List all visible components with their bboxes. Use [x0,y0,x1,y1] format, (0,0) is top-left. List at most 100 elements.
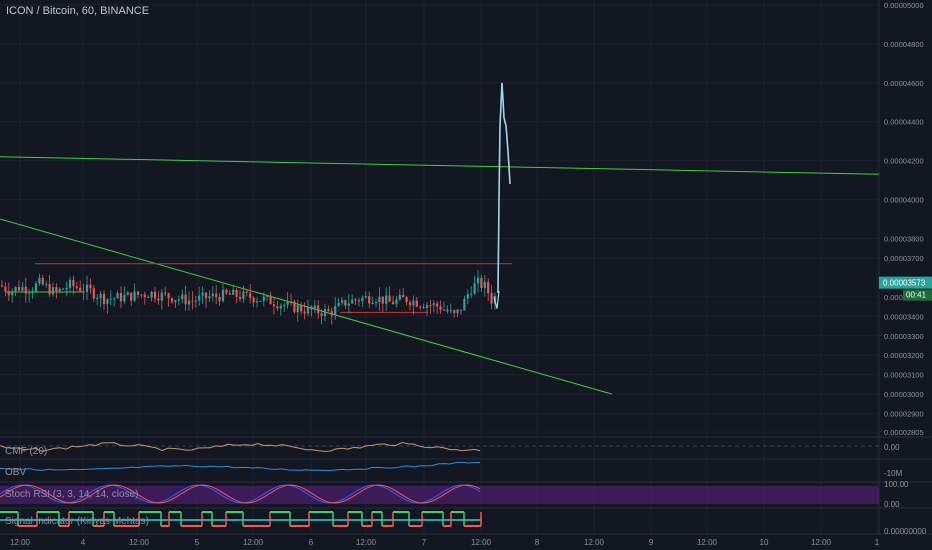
price-tick-label: 0.00003200 [884,351,924,360]
price-tick-label: 0.00004200 [884,157,924,166]
candle-body [340,300,344,303]
chart-svg[interactable]: 0.00005000 0.00004800 0.00004600 0.00004400… [0,0,932,550]
candle-body [96,298,99,300]
time-tick-label: 8 [535,538,540,547]
candle-body [211,293,214,297]
candle-body [395,299,398,305]
candle-body [123,295,126,302]
candle-body [55,287,58,292]
candle-body [323,309,327,316]
candle-body [381,296,384,304]
countdown-label: 00:41 [906,291,927,300]
candle-body [371,302,374,304]
candle-body [106,299,109,305]
candle-body [378,296,381,303]
price-tick-label: 0.00003800 [884,234,924,243]
candle-body [327,309,330,311]
candle-body [130,292,133,301]
time-tick-label: 5 [195,538,200,547]
candle-body [72,279,75,287]
candle-body [351,299,354,304]
candle-body [272,304,276,307]
candle-body [347,303,350,306]
candle-body [425,305,429,308]
candle-body [463,298,466,311]
candle-body [133,291,136,301]
chart-title: ICON / Bitcoin, 60, BINANCE [6,5,150,17]
candle-body [449,310,452,312]
candle-body [68,279,72,288]
candle-body [405,297,408,303]
candle-body [136,291,140,295]
candle-body [232,289,235,295]
candle-body [364,296,367,298]
candle-body [198,295,201,301]
candle-body [38,277,41,284]
price-tick-label: 0.00003000 [884,390,924,399]
candle-body [140,294,143,296]
candle-body [490,293,493,304]
price-tick-label: 0.00004000 [884,196,924,205]
candle-body [191,300,194,302]
candle-body [402,294,405,298]
candle-body [204,292,208,299]
candle-body [75,286,78,288]
candle-body [62,288,65,290]
candle-body [113,298,116,300]
candle-body [483,281,486,289]
candle-body [235,289,238,297]
candle-body [306,306,310,314]
candle-body [4,286,7,292]
candle-body [150,291,153,298]
candle-body [283,304,286,306]
candle-body [147,296,150,298]
candle-body [11,291,14,296]
candle-body [238,296,242,300]
obv-label: OBV [5,467,27,478]
time-tick-label: 12:00 [471,538,492,547]
time-tick-label: 1 [875,538,880,547]
candle-body [259,300,262,302]
candle-body [181,294,184,300]
chart-root: 0.00005000 0.00004800 0.00004600 0.00004400… [0,0,932,550]
candle-body [300,305,303,312]
candle-body [116,292,119,299]
candle-body [317,305,320,314]
candle-body [167,293,170,299]
price-tick-label: 0.00003400 [884,312,924,321]
candle-body [245,291,248,293]
candle-body [92,288,95,299]
time-tick-label: 7 [422,538,427,547]
candle-body [14,287,17,292]
candle-body [303,311,306,314]
time-tick-label: 12:00 [697,538,718,547]
candle-body [48,284,51,295]
time-tick-label: 6 [309,538,314,547]
last-price-label: 0.00003573 [883,279,926,288]
candle-body [293,301,296,313]
price-tick-label: 0.00003700 [884,254,924,263]
candle-body [487,281,490,294]
candle-body [368,296,371,304]
stoch-rsi-label: Stoch RSI (3, 3, 14, 14, close) [5,489,139,500]
candle-body [466,293,469,299]
candle-body [157,298,160,301]
candle-body [194,300,197,302]
price-tick-label: 0.00003300 [884,332,924,341]
candle-body [242,291,245,300]
candle-body [289,301,293,303]
candle-body [473,283,476,294]
candle-body [41,277,44,285]
candle-body [255,301,259,303]
candle-body [415,300,418,307]
candle-body [119,292,123,302]
candle-body [432,303,435,306]
candle-body [221,289,225,302]
candle-body [269,295,272,305]
price-tick-label: 0.00004800 [884,40,924,49]
candle-body [51,287,55,295]
candle-body [459,309,463,311]
candle-body [0,285,4,287]
time-tick-label: 12:00 [243,538,264,547]
time-tick-label: 12:00 [811,538,832,547]
